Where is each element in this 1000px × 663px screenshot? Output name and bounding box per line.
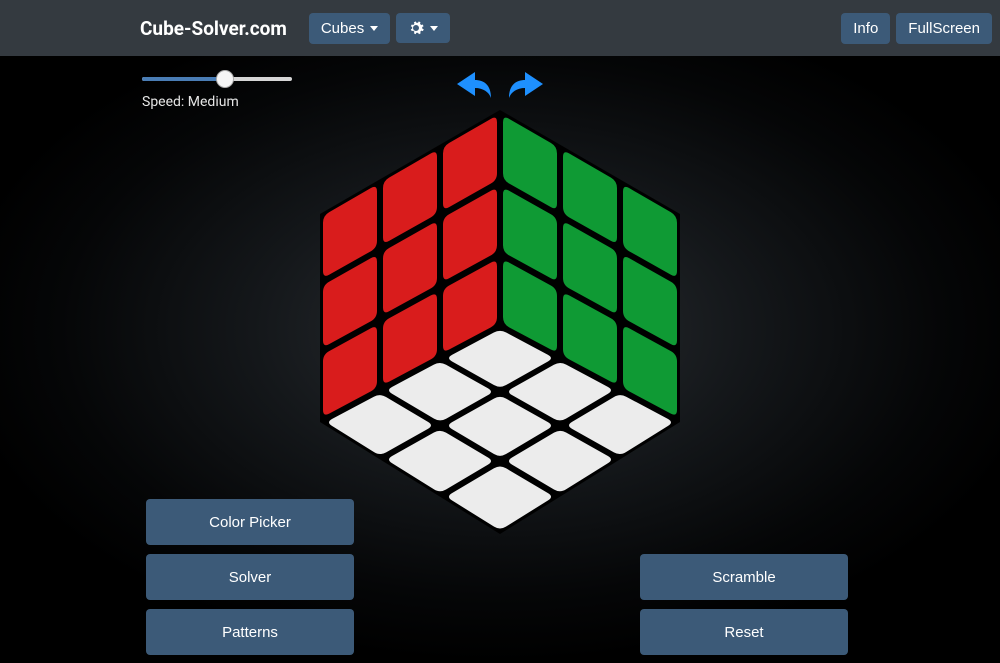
caret-down-icon [370,26,378,31]
info-button[interactable]: Info [841,13,890,44]
cubes-dropdown[interactable]: Cubes [309,13,390,44]
patterns-button[interactable]: Patterns [146,609,354,655]
cube-stage: Speed: Medium placeholder [0,56,1000,663]
speed-slider[interactable] [142,68,292,90]
fullscreen-button[interactable]: FullScreen [896,13,992,44]
rotate-right-icon[interactable] [507,68,547,104]
fullscreen-label: FullScreen [908,20,980,37]
scramble-button[interactable]: Scramble [640,554,848,600]
rotate-left-icon[interactable] [453,68,493,104]
gear-icon [408,20,424,36]
rotate-controls [453,68,547,104]
rubiks-cube[interactable]: placeholder [310,102,690,546]
reset-button[interactable]: Reset [640,609,848,655]
slider-fill [142,77,225,81]
speed-label: Speed: Medium [142,94,302,110]
brand-title: Cube-Solver.com [0,17,303,40]
info-label: Info [853,20,878,37]
speed-control: Speed: Medium [142,68,302,110]
settings-dropdown[interactable] [396,13,450,43]
navbar: Cube-Solver.com Cubes Info FullScreen [0,0,1000,56]
slider-thumb[interactable] [216,70,234,88]
cubes-label: Cubes [321,20,364,37]
solver-button[interactable]: Solver [146,554,354,600]
color-picker-button[interactable]: Color Picker [146,499,354,545]
caret-down-icon [430,26,438,31]
